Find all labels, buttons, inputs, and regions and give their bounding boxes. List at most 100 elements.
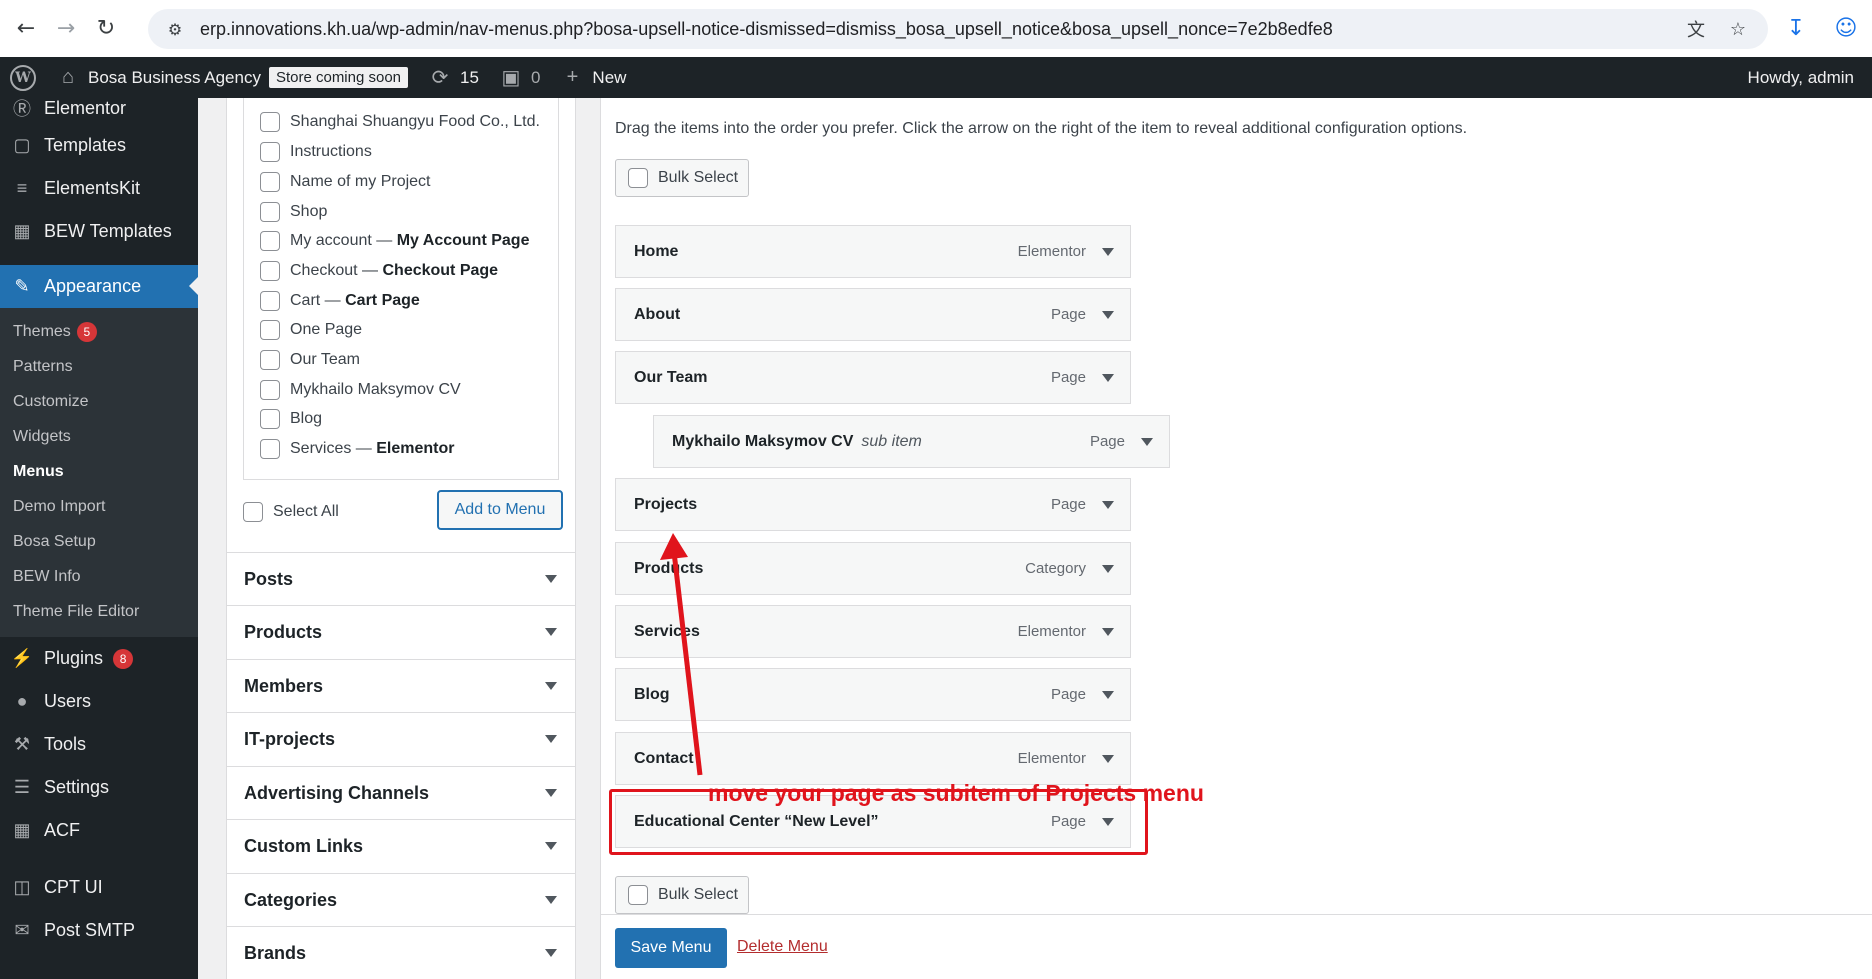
page-option[interactable]: Cart — Cart Page [260,291,420,311]
item-expand-arrow-icon[interactable] [1102,311,1114,319]
sidebar-item-templates[interactable]: ▢ Templates [0,124,198,167]
page-option[interactable]: My account — My Account Page [260,231,529,251]
item-expand-arrow-icon[interactable] [1102,374,1114,382]
sidebar-item-plugins[interactable]: ⚡ Plugins 8 [0,637,198,680]
menu-item-contact[interactable]: Contact Elementor [615,732,1131,785]
page-checkbox[interactable] [260,409,280,429]
page-option[interactable]: Name of my Project [260,172,430,192]
accordion-it-projects[interactable]: IT-projects [227,712,575,765]
chevron-down-icon [545,575,557,583]
menu-item-about[interactable]: About Page [615,288,1131,341]
add-to-menu-button[interactable]: Add to Menu [437,490,563,530]
page-option[interactable]: Shanghai Shuangyu Food Co., Ltd. [260,112,540,132]
page-checkbox[interactable] [260,350,280,370]
sidebar-item-elementor[interactable]: Ⓡ Elementor [0,92,198,124]
sidebar-item-cpt-ui[interactable]: ◫ CPT UI [0,866,198,909]
page-option[interactable]: Shop [260,202,327,222]
sidebar-item-settings[interactable]: ☰ Settings [0,766,198,809]
updates-link[interactable]: ⟳ 15 [418,57,489,98]
download-icon[interactable]: ↧ [1782,14,1810,42]
submenu-menus[interactable]: Menus [0,454,198,489]
accordion-brands[interactable]: Brands [227,926,575,979]
accordion-posts[interactable]: Posts [227,552,575,605]
page-option[interactable]: Instructions [260,142,372,162]
back-icon[interactable]: ← [12,15,40,43]
page-option[interactable]: Services — Elementor [260,439,455,459]
sidebar-item-appearance[interactable]: ✎ Appearance [0,265,198,308]
page-option[interactable]: One Page [260,320,362,340]
bulk-select-button[interactable]: Bulk Select [615,159,749,197]
page-checkbox[interactable] [260,291,280,311]
accordion-products[interactable]: Products [227,605,575,658]
submenu-bosa-setup[interactable]: Bosa Setup [0,524,198,559]
submenu-themes[interactable]: Themes 5 [0,314,198,349]
comments-link[interactable]: ▣ 0 [489,57,550,98]
submenu-demo-import[interactable]: Demo Import [0,489,198,524]
item-expand-arrow-icon[interactable] [1141,438,1153,446]
site-info-icon[interactable]: ⚙ [164,18,186,40]
sidebar-item-acf[interactable]: ▦ ACF [0,809,198,852]
page-option[interactable]: Checkout — Checkout Page [260,261,498,281]
page-checkbox[interactable] [260,142,280,162]
sidebar-item-label: ElementsKit [44,178,141,198]
menu-item-home[interactable]: Home Elementor [615,225,1131,278]
item-expand-arrow-icon[interactable] [1102,565,1114,573]
save-menu-button[interactable]: Save Menu [615,928,727,968]
submenu-patterns[interactable]: Patterns [0,349,198,384]
reload-icon[interactable]: ↻ [92,15,120,43]
bookmark-star-icon[interactable]: ☆ [1726,17,1750,41]
submenu-widgets[interactable]: Widgets [0,419,198,454]
delete-menu-link[interactable]: Delete Menu [737,938,828,956]
bulk-select-checkbox[interactable] [628,168,648,188]
page-checkbox[interactable] [260,261,280,281]
sidebar-item-users[interactable]: ● Users [0,680,198,723]
page-option[interactable]: Mykhailo Maksymov CV [260,380,461,400]
menu-item-projects[interactable]: Projects Page [615,478,1131,531]
translate-icon[interactable]: 文 [1684,17,1708,41]
url-text[interactable]: erp.innovations.kh.ua/wp-admin/nav-menus… [200,19,1333,40]
menu-item-products[interactable]: Products Category [615,542,1131,595]
site-name: Bosa Business Agency [88,67,261,87]
profile-icon[interactable]: ☺ [1832,14,1860,42]
page-option[interactable]: Blog [260,409,322,429]
page-checkbox[interactable] [260,202,280,222]
submenu-theme-file-editor[interactable]: Theme File Editor [0,594,198,629]
page-checkbox[interactable] [260,380,280,400]
new-content-link[interactable]: + New [550,57,636,98]
address-bar[interactable]: ⚙ erp.innovations.kh.ua/wp-admin/nav-men… [148,9,1768,49]
sidebar-item-tools[interactable]: ⚒ Tools [0,723,198,766]
item-expand-arrow-icon[interactable] [1102,248,1114,256]
menu-item-blog[interactable]: Blog Page [615,668,1131,721]
users-icon: ● [16,691,28,711]
select-all-checkbox[interactable] [243,502,263,522]
accordion-categories[interactable]: Categories [227,873,575,926]
comments-count: 0 [530,67,541,87]
page-checkbox[interactable] [260,231,280,251]
sidebar-item-bew-templates[interactable]: ▦ BEW Templates [0,210,198,253]
submenu-customize[interactable]: Customize [0,384,198,419]
accordion-advertising-channels[interactable]: Advertising Channels [227,766,575,819]
page-option[interactable]: Our Team [260,350,360,370]
forward-icon[interactable]: → [52,15,80,43]
item-expand-arrow-icon[interactable] [1102,755,1114,763]
submenu-bew-info[interactable]: BEW Info [0,559,198,594]
item-expand-arrow-icon[interactable] [1102,691,1114,699]
bulk-select-checkbox[interactable] [628,885,648,905]
menu-item-mykhailo-maksymov-cv[interactable]: Mykhailo Maksymov CV sub item Page [653,415,1170,468]
page-checkbox[interactable] [260,439,280,459]
folder-icon: ▢ [13,135,31,155]
page-checkbox[interactable] [260,112,280,132]
page-checkbox[interactable] [260,172,280,192]
item-expand-arrow-icon[interactable] [1102,628,1114,636]
account-menu[interactable]: Howdy, admin [1748,57,1854,98]
item-expand-arrow-icon[interactable] [1102,501,1114,509]
sidebar-item-post-smtp[interactable]: ✉ Post SMTP [0,909,198,952]
menu-item-our-team[interactable]: Our Team Page [615,351,1131,404]
menu-item-services[interactable]: Services Elementor [615,605,1131,658]
select-all-option[interactable]: Select All [243,502,339,522]
accordion-members[interactable]: Members [227,659,575,712]
sidebar-item-elementskit[interactable]: ≡ ElementsKit [0,167,198,210]
accordion-custom-links[interactable]: Custom Links [227,819,575,872]
page-checkbox[interactable] [260,320,280,340]
bulk-select-button-bottom[interactable]: Bulk Select [615,876,749,914]
